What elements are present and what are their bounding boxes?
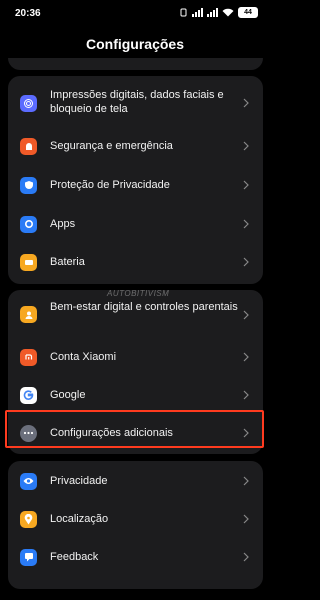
location-pin-icon [20,510,37,528]
settings-item-label: Privacidade [50,475,108,487]
signal-icon-2 [207,8,218,17]
chevron-right-icon [243,98,249,108]
feedback-icon [20,548,37,566]
watermark: AUTOBITIVISM [107,289,170,298]
status-time: 20:36 [15,8,41,19]
alarm-icon [20,137,37,155]
battery-icon [20,253,37,271]
vibrate-icon [180,8,187,17]
chevron-right-icon [243,552,249,562]
chevron-right-icon [243,310,249,320]
settings-item-label: Google [50,389,86,401]
page-title: Configurações [85,36,184,52]
card-top-stub [8,58,263,70]
chevron-right-icon [243,141,249,151]
settings-item-label: Segurança e emergência [50,140,173,152]
settings-item-label: Apps [50,218,76,230]
settings-item-privacy[interactable]: Privacidade [8,471,263,491]
highlight-box [5,410,264,448]
status-icons: 44 [179,7,258,18]
xiaomi-logo-icon [20,348,37,366]
settings-item-feedback[interactable]: Feedback [8,547,263,567]
settings-item-label: Feedback [50,551,99,563]
wifi-icon [222,8,234,17]
settings-item-privacy-protection[interactable]: Proteção de Privacidade [8,175,263,195]
signal-icon [192,8,203,17]
settings-item-google[interactable]: Google [8,385,263,405]
chevron-right-icon [243,352,249,362]
chevron-right-icon [243,514,249,524]
battery-icon: 44 [238,7,258,18]
settings-item-location[interactable]: Localização [8,509,263,529]
google-logo-icon [20,386,37,404]
settings-item-label: Impressões digitais, dados faciais e blo… [50,89,224,115]
gear-icon [20,215,37,233]
settings-item-apps[interactable]: Apps [8,214,263,234]
settings-item-fingerprint[interactable]: Impressões digitais, dados faciais e blo… [8,86,263,120]
status-bar: 20:36 44 [0,0,270,28]
settings-item-label: Bateria [50,256,85,268]
chevron-right-icon [243,390,249,400]
settings-item-digital-wellbeing[interactable]: Bem-estar digital e controles parentais [8,299,263,331]
shield-icon [20,176,37,194]
chevron-right-icon [243,219,249,229]
fingerprint-icon [20,94,37,112]
settings-item-label: Proteção de Privacidade [50,179,170,191]
chevron-right-icon [243,257,249,267]
settings-item-label: Localização [50,513,109,525]
eye-icon [20,472,37,490]
settings-item-security[interactable]: Segurança e emergência [8,136,263,156]
settings-item-battery[interactable]: Bateria [8,252,263,272]
settings-item-label: Conta Xiaomi [50,351,117,363]
settings-item-label: Bem-estar digital e controles parentais [50,301,238,313]
settings-item-xiaomi-account[interactable]: Conta Xiaomi [8,347,263,367]
chevron-right-icon [243,476,249,486]
chevron-right-icon [243,180,249,190]
person-icon [20,306,37,323]
